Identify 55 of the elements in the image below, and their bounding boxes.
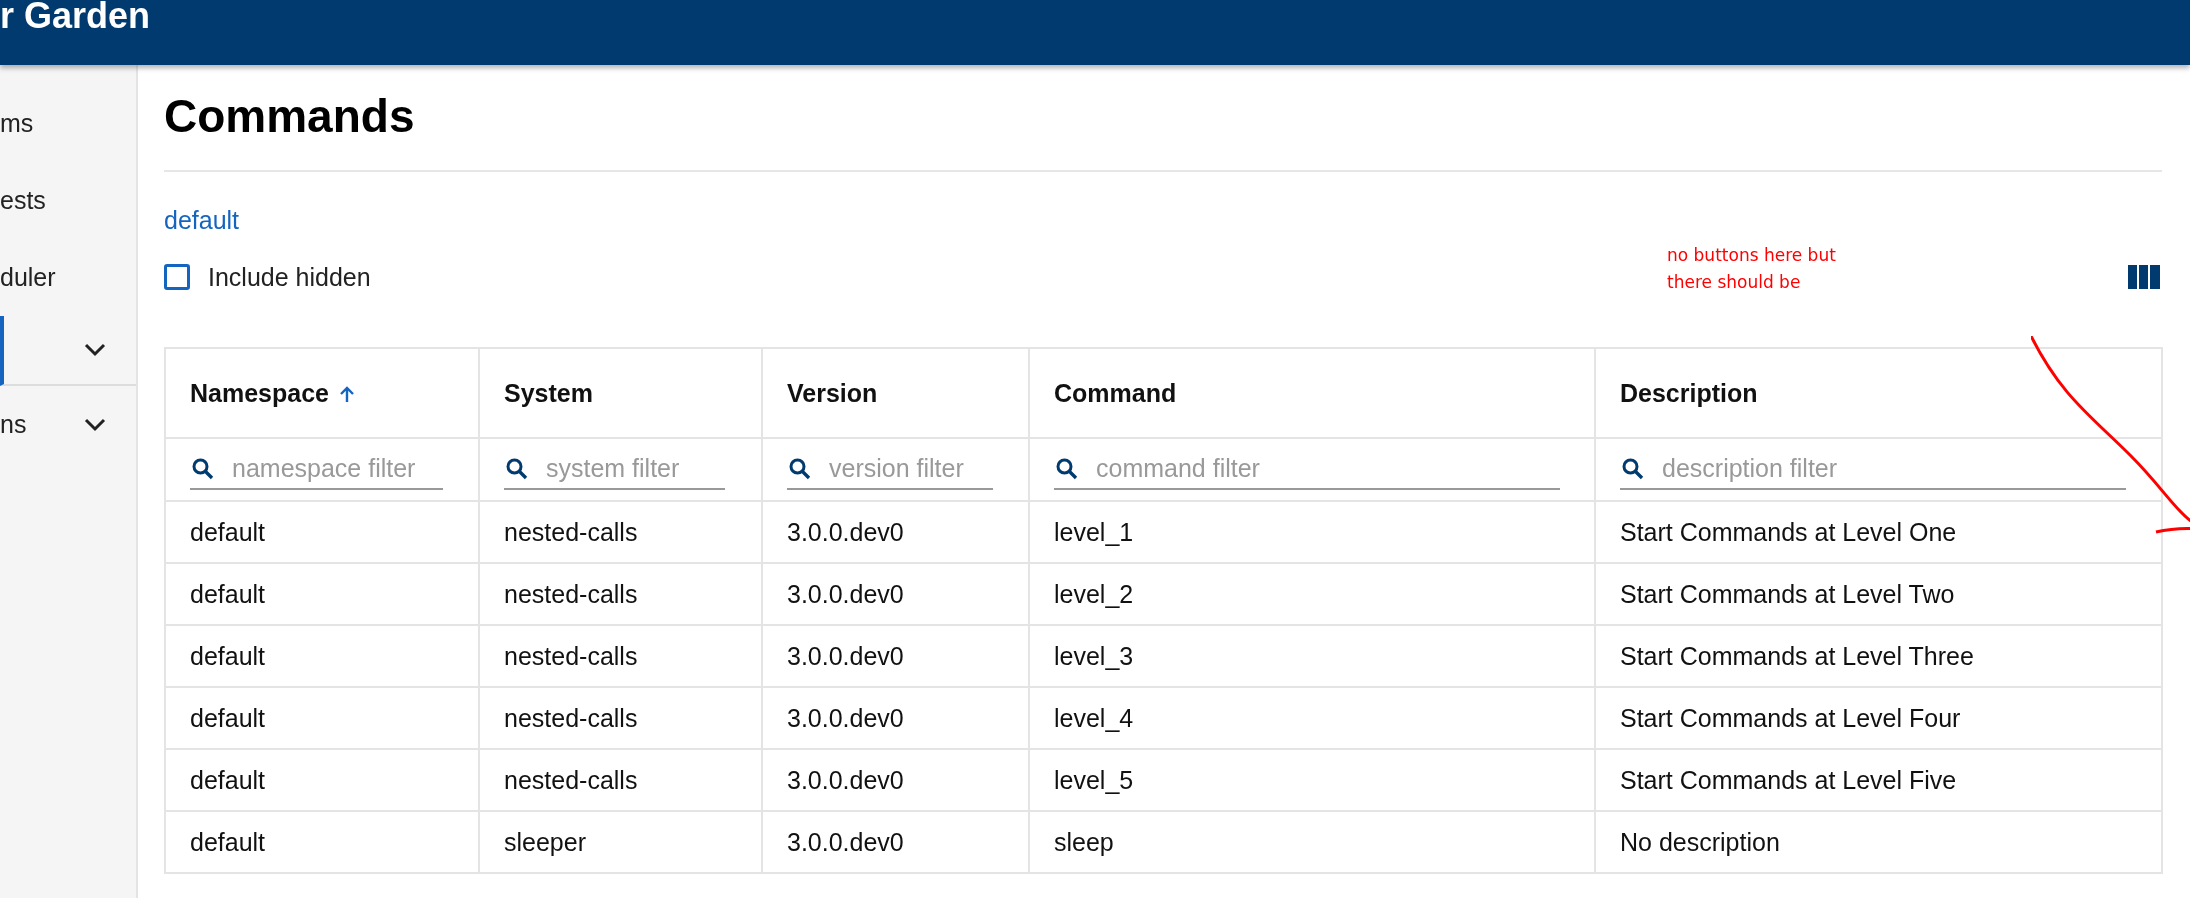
column-header[interactable]: Command: [1054, 378, 1177, 407]
table-cell: default: [190, 703, 266, 732]
sidebar-item[interactable]: ns: [0, 386, 136, 463]
chevron-down-icon: [84, 417, 106, 432]
sidebar-item[interactable]: [0, 316, 136, 386]
sidebar-item[interactable]: ests: [0, 162, 136, 239]
search-icon: [506, 457, 528, 480]
table-cell: default: [190, 517, 266, 546]
search-icon: [192, 457, 214, 480]
table-cell: level_4: [1054, 703, 1134, 732]
column-header[interactable]: System: [504, 378, 593, 407]
column-header[interactable]: Version: [787, 378, 878, 407]
namespace-link[interactable]: default: [164, 206, 240, 235]
table-cell: 3.0.0.dev0: [787, 641, 904, 670]
search-icon: [1056, 457, 1078, 480]
table-cell: nested-calls: [504, 641, 638, 670]
table-cell: nested-calls: [504, 703, 638, 732]
table-cell: default: [190, 765, 266, 794]
checkbox-icon[interactable]: [164, 264, 190, 290]
column-header[interactable]: Description: [1620, 378, 1758, 407]
column-header[interactable]: Namespace: [190, 378, 355, 407]
table-cell: Start Commands at Level Five: [1620, 765, 1957, 794]
table-cell: default: [190, 827, 266, 856]
table-cell: nested-calls: [504, 517, 638, 546]
table-cell: 3.0.0.dev0: [787, 703, 904, 732]
table-cell: 3.0.0.dev0: [787, 579, 904, 608]
table-cell: sleeper: [504, 827, 586, 856]
table-cell: Start Commands at Level One: [1620, 517, 1957, 546]
table-cell: nested-calls: [504, 579, 638, 608]
annotation-note: no buttons here but there should be: [1667, 244, 1837, 294]
sort-up-arrow-icon[interactable]: [339, 384, 355, 403]
sidebar-item[interactable]: ms: [0, 85, 136, 162]
table-cell: No description: [1620, 827, 1780, 856]
table-cell: default: [190, 641, 266, 670]
search-icon: [1622, 457, 1644, 480]
include-hidden-checkbox[interactable]: Include hidden: [164, 262, 371, 292]
table-cell: 3.0.0.dev0: [787, 517, 904, 546]
columns-icon[interactable]: [2128, 265, 2160, 289]
sidebar-item[interactable]: duler: [0, 239, 136, 316]
app-title: r Garden: [0, 0, 151, 34]
table-cell: level_2: [1054, 579, 1134, 608]
chevron-down-icon: [84, 343, 106, 357]
table-cell: level_3: [1054, 641, 1134, 670]
table-cell: sleep: [1054, 827, 1114, 856]
table-cell: Start Commands at Level Two: [1620, 579, 1955, 608]
table-cell: level_1: [1054, 517, 1134, 546]
table-cell: Start Commands at Level Three: [1620, 641, 1974, 670]
table-cell: 3.0.0.dev0: [787, 827, 904, 856]
table-cell: level_5: [1054, 765, 1134, 794]
page-title: Commands: [164, 65, 2162, 172]
table-cell: default: [190, 579, 266, 608]
table-cell: 3.0.0.dev0: [787, 765, 904, 794]
table-cell: nested-calls: [504, 765, 638, 794]
search-icon: [789, 457, 811, 480]
table-cell: Start Commands at Level Four: [1620, 703, 1961, 732]
